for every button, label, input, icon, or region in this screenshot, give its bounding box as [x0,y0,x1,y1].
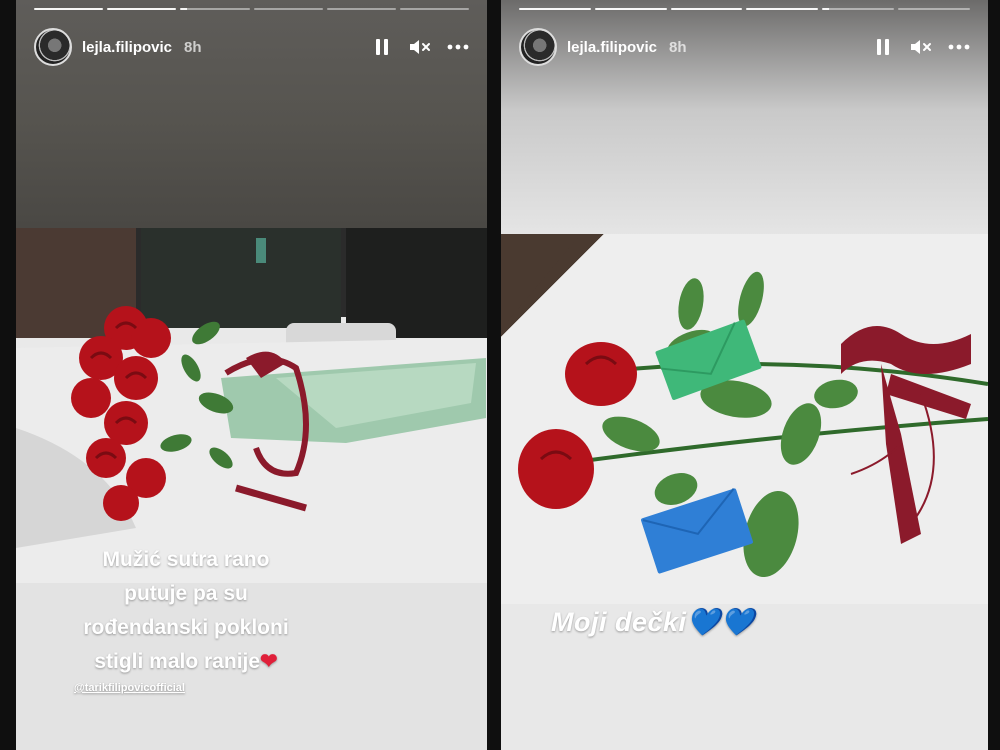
story-caption: Moji dečki💙💙 [551,606,755,638]
progress-segment [519,8,591,10]
progress-segment [326,8,396,10]
bouquet-illustration [16,228,487,583]
story-controls [371,36,469,58]
story-panel-left[interactable]: lejla.filipovic 8h Mužić sutra rano putu… [16,0,487,750]
caption-text: Moji dečki [551,607,687,637]
story-photo-bouquet [16,228,487,583]
story-photo-roses [501,234,988,604]
progress-segment [399,8,470,10]
muted-speaker-icon[interactable] [409,36,431,58]
roses-illustration [501,234,988,578]
blue-heart-emoji: 💙💙 [686,607,755,637]
caption-line: Mužić sutra rano [102,548,270,571]
story-controls [872,36,970,58]
progress-segment [594,8,667,10]
progress-bar [34,8,470,10]
username[interactable]: lejla.filipovic [567,39,657,56]
pause-icon[interactable] [872,36,894,58]
mention-tag[interactable]: @tarikfilipovicofficial [74,682,185,694]
red-heart-emoji: ❤ [260,650,278,673]
username[interactable]: lejla.filipovic [82,39,172,56]
progress-bar [519,8,970,10]
progress-segment-current [822,8,895,10]
progress-segment [107,8,177,10]
story-panel-right[interactable]: lejla.filipovic 8h Moji dečki💙💙 [501,0,988,750]
progress-segment [898,8,970,10]
progress-segment [670,8,743,10]
progress-segment [253,8,323,10]
pause-icon[interactable] [371,36,393,58]
timestamp: 8h [669,38,687,56]
progress-segment [746,8,819,10]
avatar[interactable] [34,28,72,66]
story-header: lejla.filipovic 8h [519,26,970,68]
story-header: lejla.filipovic 8h [34,26,469,68]
story-caption: Mužić sutra rano putuje pa su rođendansk… [56,543,316,679]
more-dots-icon[interactable] [948,36,970,58]
muted-speaker-icon[interactable] [910,36,932,58]
caption-line: stigli malo ranije [94,650,261,673]
avatar[interactable] [519,28,557,66]
progress-segment-current [180,8,250,10]
caption-line: putuje pa su [124,582,248,605]
more-dots-icon[interactable] [447,36,469,58]
timestamp: 8h [184,38,202,56]
progress-segment [34,8,104,10]
caption-line: rođendanski pokloni [83,616,289,639]
